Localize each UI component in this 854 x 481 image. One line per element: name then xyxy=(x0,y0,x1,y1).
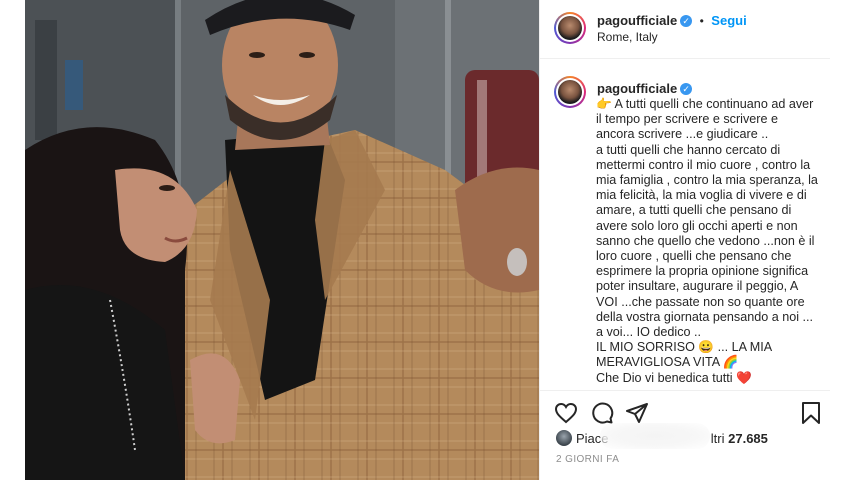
bookmark-icon[interactable] xyxy=(800,401,822,425)
caption-line: MERAVIGLIOSA VITA 🌈 xyxy=(596,355,739,370)
post-panel: pagoufficiale ✓ • Segui Rome, Italy pagou… xyxy=(539,0,830,480)
caption-author-avatar[interactable] xyxy=(554,76,586,108)
follow-button[interactable]: Segui xyxy=(711,13,746,28)
caption-line: mettermi contro il mio cuore , contro la xyxy=(596,157,811,172)
caption-text: 👉 A tutti quelli che continuano ad aver … xyxy=(596,97,818,403)
author-avatar[interactable] xyxy=(554,12,586,44)
post-timestamp[interactable]: 2 GIORNI FA xyxy=(556,454,619,465)
verified-badge-icon: ✓ xyxy=(680,83,693,95)
caption-line: avere solo loro gli occhi aperti e non xyxy=(596,218,798,233)
verified-badge-icon: ✓ xyxy=(680,15,693,27)
caption-line: IL MIO SORRISO 😀 ... LA MIA xyxy=(596,340,773,355)
post-photo[interactable] xyxy=(25,0,539,480)
post-header: pagoufficiale ✓ • Segui Rome, Italy xyxy=(540,0,830,59)
caption-line: VOI ...che passate non so quante ore xyxy=(596,294,805,309)
likes-count: 27.685 xyxy=(728,431,768,446)
paper-plane-icon[interactable] xyxy=(625,401,649,425)
action-bar: Piace ltri 27.685 2 GIORNI FA xyxy=(540,390,830,481)
caption-author-username[interactable]: pagoufficiale xyxy=(597,81,677,96)
caption-line: sanno che quello che vedono ...non è il xyxy=(596,233,815,248)
caption-line: poter insultare, augurare il peggio, A xyxy=(596,279,799,294)
caption-line: mia famiglia , contro la mia speranza, l… xyxy=(596,173,818,188)
caption-line: 👉 A tutti quelli che continuano ad aver xyxy=(596,97,814,111)
caption-line: loro cuore , quelli che pensano che xyxy=(596,249,792,264)
selfie-photo xyxy=(25,0,539,480)
separator-dot: • xyxy=(699,14,704,28)
redacted-liker-name xyxy=(600,423,710,449)
caption-line: esprimere la propria opinione significa xyxy=(596,264,809,279)
caption-line: a tutti quelli che hanno cercato di xyxy=(596,142,781,157)
likes-suffix: ltri xyxy=(710,431,725,446)
caption-line: mia felicità, la mia voglia di vivere e … xyxy=(596,188,807,203)
comment-icon[interactable] xyxy=(590,401,614,425)
caption-line: della vostra giornata pensando a noi ... xyxy=(596,309,814,324)
caption-line: amare, a tutti quelli che pensano di xyxy=(596,203,792,218)
caption-line: ancora scrivere ...e giudicare .. xyxy=(596,127,769,142)
author-username[interactable]: pagoufficiale xyxy=(597,13,677,28)
caption-line: Che Dio vi benedica tutti ❤️ xyxy=(596,370,752,385)
post-location[interactable]: Rome, Italy xyxy=(597,30,658,44)
liker-avatar[interactable] xyxy=(556,430,572,446)
caption-line: a voi... IO dedico .. xyxy=(596,325,701,340)
heart-icon[interactable] xyxy=(554,401,578,425)
caption-line: il tempo per scrivere e scrivere e xyxy=(596,112,778,127)
